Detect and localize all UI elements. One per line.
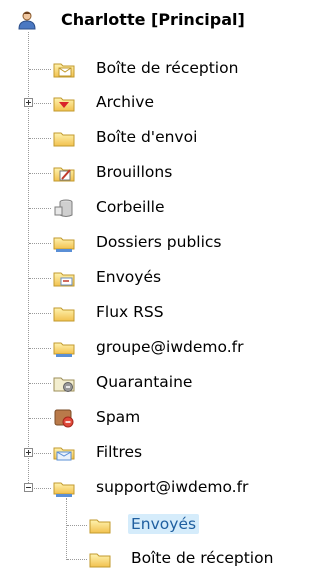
public-folders-icon [53, 237, 75, 252]
inbox-folder-icon [53, 63, 75, 78]
account-name: Charlotte [Principal] [61, 10, 245, 29]
trash-icon [54, 199, 73, 217]
archive-folder-icon [53, 97, 75, 112]
folder-icon [53, 132, 75, 147]
expand-toggle[interactable] [24, 448, 33, 457]
quarantine-folder-icon [53, 377, 75, 392]
folder-icon [89, 553, 111, 568]
selected-folder-label: Envoyés [128, 514, 200, 534]
drafts-folder-icon [53, 167, 75, 182]
shared-folder-icon [53, 342, 75, 357]
collapse-toggle[interactable] [24, 483, 33, 492]
spam-folder-icon [54, 409, 74, 428]
filters-folder-icon [53, 447, 75, 461]
user-icon [18, 11, 36, 30]
folder-icon [53, 307, 75, 322]
sent-folder-icon [53, 272, 75, 287]
expand-toggle[interactable] [24, 98, 33, 107]
shared-folder-icon [53, 482, 75, 497]
folder-icon [89, 519, 111, 534]
